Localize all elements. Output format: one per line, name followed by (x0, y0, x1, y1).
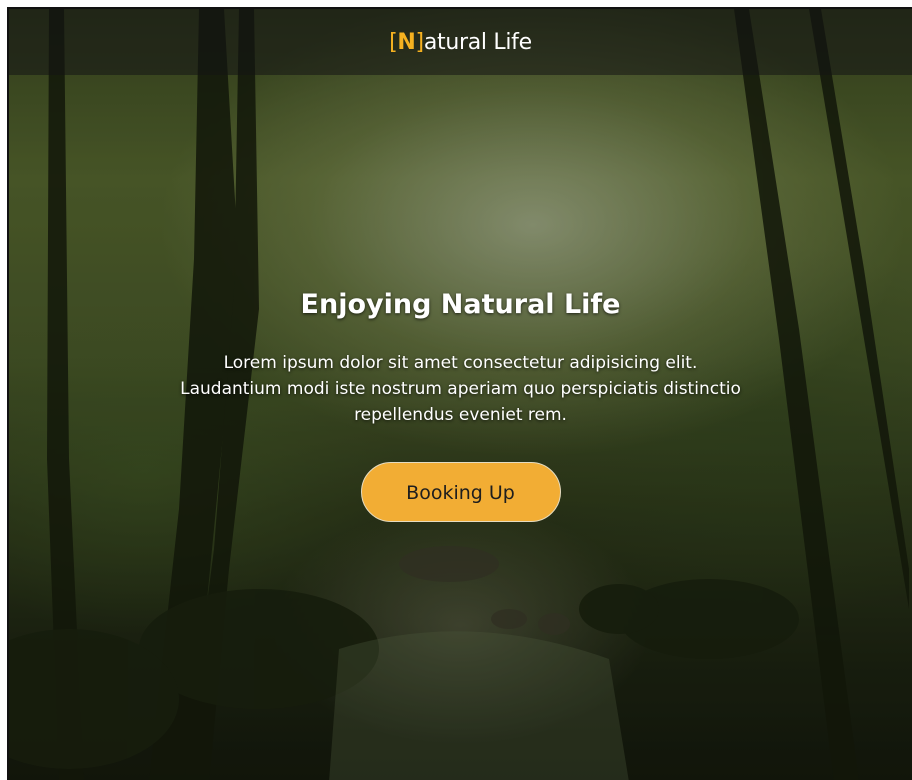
hero-title: Enjoying Natural Life (300, 289, 621, 320)
hero-content: Enjoying Natural Life Lorem ipsum dolor … (9, 289, 912, 522)
bracket-left-glyph: [ (389, 29, 398, 55)
brand-initial: N (397, 29, 416, 55)
brand-logo[interactable]: [N] atural Life (389, 30, 532, 55)
hero-description-line-1: Lorem ipsum dolor sit amet consectetur a… (223, 353, 698, 373)
booking-up-button[interactable]: Booking Up (360, 462, 561, 522)
page-frame: [N] atural Life Enjoying Natural Life Lo… (7, 7, 912, 780)
bracket-right-glyph: ] (415, 29, 425, 55)
hero-description: Lorem ipsum dolor sit amet consectetur a… (91, 350, 831, 428)
top-navbar: [N] atural Life (9, 9, 912, 75)
brand-name: atural Life (423, 29, 532, 55)
brand-initial-mark: [N] (389, 30, 424, 55)
hero-description-line-3: repellendus eveniet rem. (354, 405, 567, 425)
hero-description-line-2: Laudantium modi iste nostrum aperiam quo… (180, 379, 741, 399)
